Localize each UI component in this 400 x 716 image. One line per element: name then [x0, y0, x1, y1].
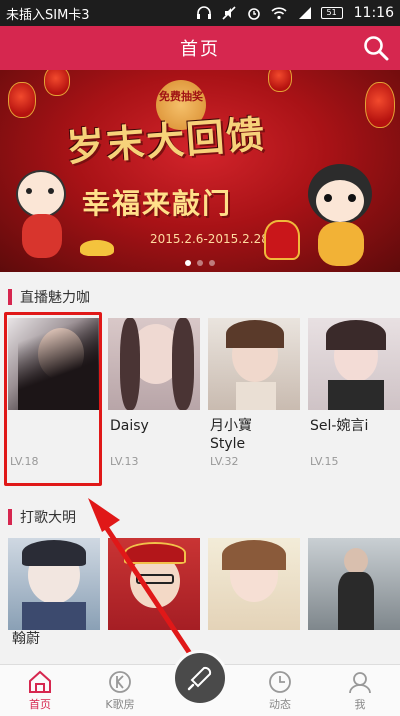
avatar[interactable]	[208, 538, 300, 630]
card-level: LV.32	[210, 455, 239, 468]
avatar[interactable]	[308, 318, 400, 410]
nav-label: 首页	[29, 698, 51, 711]
singer-card[interactable]	[300, 538, 400, 630]
banner-subtitle: 幸福来敲门	[82, 187, 233, 220]
promo-banner[interactable]: 免费抽奖 岁末大回馈 幸福来敲门 2015.2.6-2015.2.28	[0, 70, 400, 272]
annotation-highlight-box	[4, 312, 102, 486]
section-title: 直播魅力咖	[20, 290, 90, 306]
card-level: LV.13	[110, 455, 139, 468]
carousel-dot[interactable]	[197, 260, 203, 266]
card-name-line2	[110, 435, 196, 453]
lantern-decoration	[365, 82, 395, 128]
card-name: 月小寶	[210, 418, 252, 434]
nav-label: K歌房	[105, 698, 135, 711]
card-name: Sel-婉言i	[310, 418, 369, 434]
avatar[interactable]	[108, 538, 200, 630]
clock-time: 11:16	[353, 5, 394, 21]
live-card[interactable]: Sel-婉言i LV.15	[300, 318, 400, 468]
live-card[interactable]: Daisy LV.13	[100, 318, 200, 468]
lantern-decoration	[8, 82, 36, 118]
card-name-line2: Style	[210, 436, 246, 452]
nav-label: 我	[354, 698, 366, 711]
lantern-decoration	[268, 70, 292, 92]
singer-name: 翰蔚	[12, 631, 40, 647]
wifi-icon	[271, 7, 287, 20]
singer-cards-row	[0, 538, 400, 630]
battery-icon: 51	[320, 7, 343, 19]
nav-item-me[interactable]: 我	[320, 665, 400, 716]
section-title: 打歌大明	[20, 510, 76, 526]
section-accent-bar	[8, 289, 12, 305]
nav-item-home[interactable]: 首页	[0, 665, 80, 716]
sing-button[interactable]	[172, 650, 228, 706]
home-icon	[29, 670, 51, 693]
mute-icon	[222, 6, 236, 20]
carousel-dot[interactable]	[185, 260, 191, 266]
singer-card[interactable]	[200, 538, 300, 630]
search-icon[interactable]	[362, 34, 390, 62]
headphones-icon	[196, 6, 211, 19]
banner-date: 2015.2.6-2015.2.28	[150, 232, 269, 246]
section-header-live: 直播魅力咖	[0, 282, 400, 312]
user-icon	[349, 672, 371, 694]
avatar[interactable]	[108, 318, 200, 410]
carrier-text: 未插入SIM卡3	[6, 7, 90, 23]
singer-card[interactable]	[0, 538, 100, 630]
avatar[interactable]	[8, 538, 100, 630]
singer-card[interactable]	[100, 538, 200, 630]
alarm-icon	[247, 8, 260, 20]
page-title: 首页	[180, 39, 220, 60]
signal-icon	[298, 7, 311, 19]
card-name-line2	[310, 435, 396, 453]
microphone-icon	[187, 666, 212, 691]
k-room-icon	[109, 671, 131, 693]
nav-label: 动态	[269, 698, 291, 711]
card-level: LV.15	[310, 455, 339, 468]
status-bar: 未插入SIM卡3 51 11:16	[0, 0, 400, 26]
cartoon-boy-illustration	[12, 170, 70, 260]
nav-item-k-room[interactable]: K歌房	[80, 665, 160, 716]
avatar[interactable]	[308, 538, 400, 630]
carousel-dot[interactable]	[209, 260, 215, 266]
lucky-bag-decoration	[264, 220, 300, 260]
cartoon-girl-illustration	[300, 164, 380, 268]
gold-ingot-decoration	[80, 240, 114, 256]
live-card[interactable]: 月小寶 Style LV.32	[200, 318, 300, 468]
avatar[interactable]	[208, 318, 300, 410]
card-name: Daisy	[110, 418, 149, 434]
section-header-singer: 打歌大明	[0, 502, 400, 532]
clock-icon	[269, 671, 291, 693]
nav-item-feed[interactable]: 动态	[240, 665, 320, 716]
lantern-decoration	[44, 70, 70, 96]
carousel-indicator	[0, 260, 400, 266]
section-accent-bar	[8, 509, 12, 525]
title-bar: 首页	[0, 26, 400, 70]
banner-title: 岁末大回馈	[64, 111, 268, 170]
